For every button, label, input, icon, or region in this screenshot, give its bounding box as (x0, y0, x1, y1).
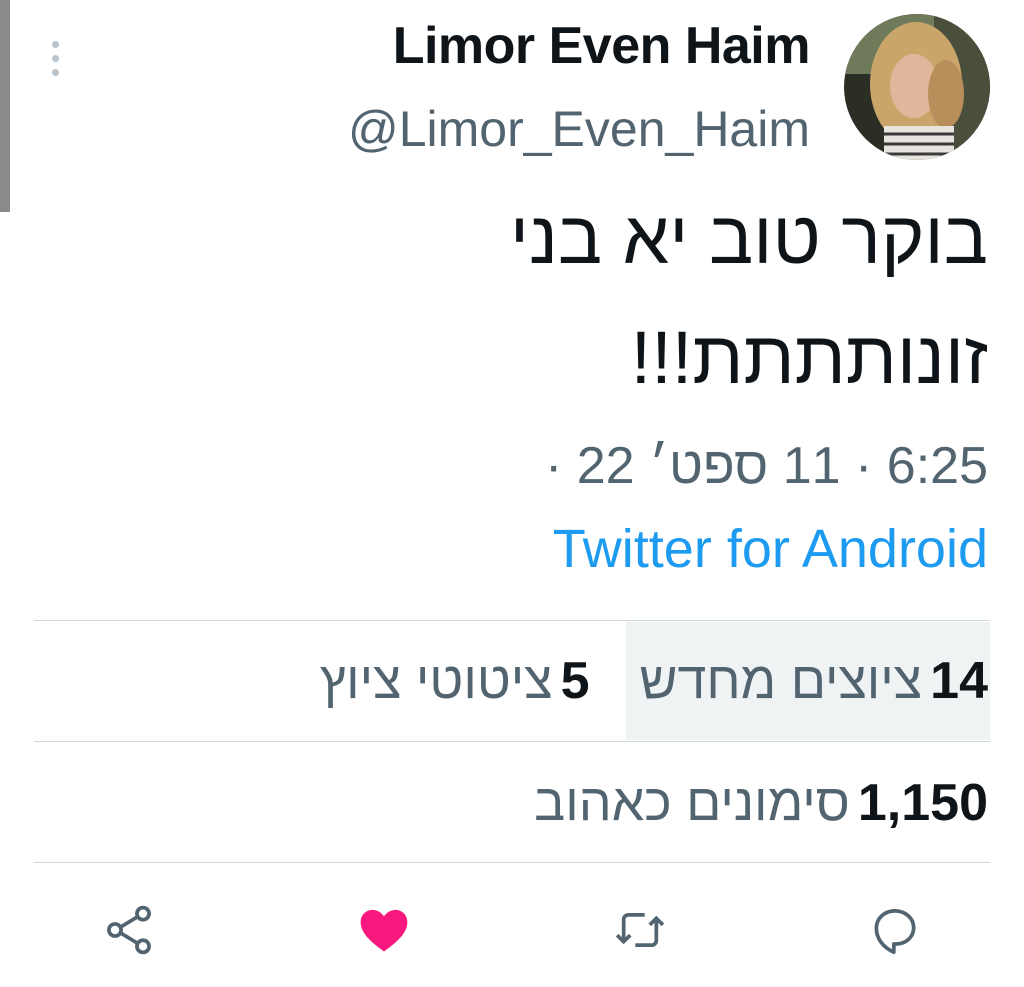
author-display-name[interactable]: Limor Even Haim (393, 16, 811, 76)
divider (34, 620, 990, 621)
heart-icon (360, 909, 408, 952)
retweets-label: ציוצים מחדש (639, 652, 923, 710)
more-dot (51, 40, 59, 48)
retweet-button[interactable] (605, 895, 675, 965)
divider (34, 862, 990, 863)
share-icon (107, 905, 151, 955)
tweet-text-line: זונותתתת!!! (630, 316, 988, 399)
divider (34, 741, 990, 742)
likes-count: 1,150 (857, 774, 988, 832)
likes-stat[interactable]: 1,150 סימונים כאהוב (34, 744, 990, 862)
more-dot (51, 68, 59, 76)
quotes-stat[interactable]: 5 ציטוטי ציוץ (320, 622, 626, 740)
tweet-text-line: בוקר טוב יא בני (509, 196, 988, 279)
author-avatar[interactable] (844, 14, 990, 160)
retweet-icon (615, 912, 665, 948)
retweets-count: 14 (930, 652, 988, 710)
reply-icon (874, 909, 916, 955)
more-options-button[interactable] (40, 36, 70, 80)
share-button[interactable] (94, 895, 164, 965)
action-bar (0, 895, 1024, 965)
tweet-source-link[interactable]: Twitter for Android (553, 518, 988, 580)
more-dot (51, 54, 59, 62)
likes-label: סימונים כאהוב (534, 774, 850, 832)
tweet-timestamp[interactable]: 6:25 · 11 ספט׳ 22 · (545, 436, 988, 496)
avatar-image (844, 14, 990, 160)
scroll-indicator (0, 0, 10, 212)
like-button[interactable] (349, 895, 419, 965)
reply-button[interactable] (860, 895, 930, 965)
quotes-label: ציטוטי ציוץ (319, 652, 553, 710)
tweet-detail-view: Limor Even Haim @Limor_Even_Haim בוקר טו… (0, 0, 1024, 987)
tweet-text: בוקר טוב יא בני זונותתתת!!! (88, 178, 988, 418)
quotes-count: 5 (560, 652, 590, 710)
author-handle[interactable]: @Limor_Even_Haim (348, 100, 810, 158)
engagement-stats-row: 14 ציוצים מחדש 5 ציטוטי ציוץ (34, 622, 990, 740)
retweets-stat[interactable]: 14 ציוצים מחדש (625, 622, 990, 740)
